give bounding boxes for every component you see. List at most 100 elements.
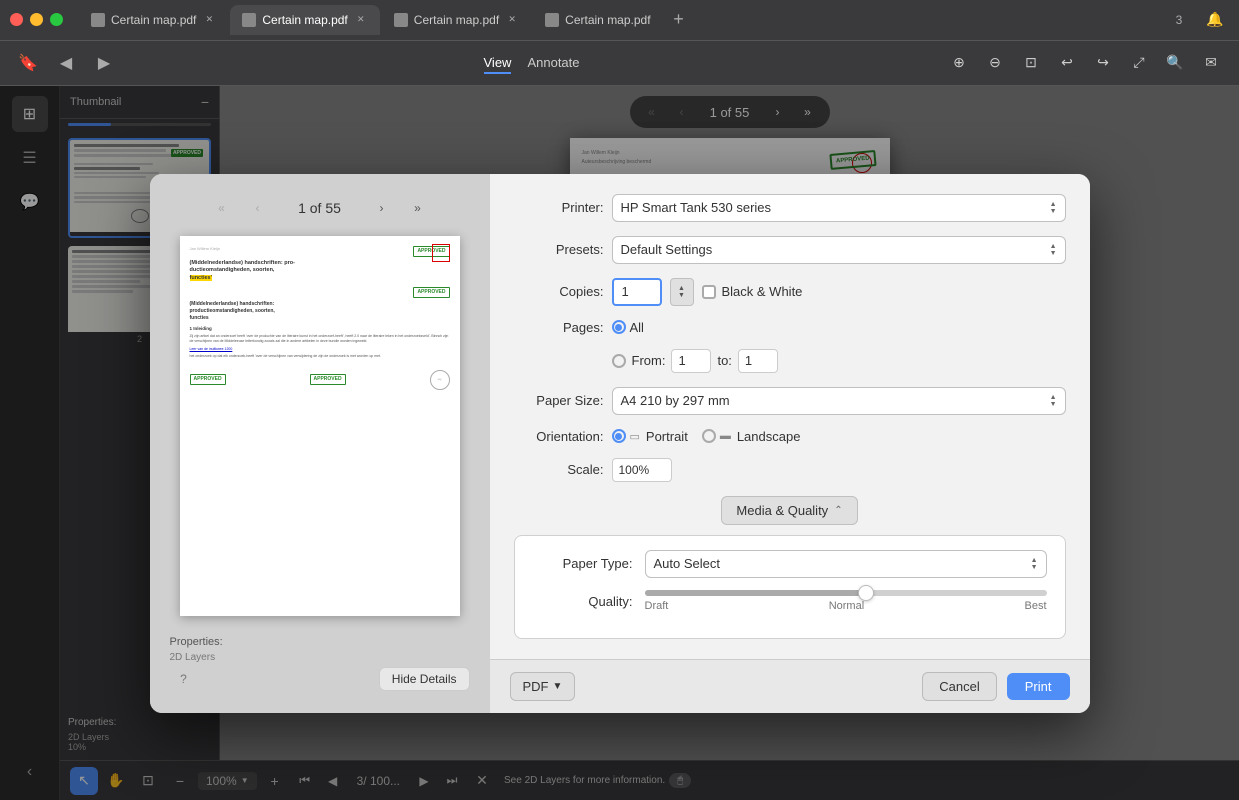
toolbar-center: View Annotate (128, 51, 935, 74)
hide-details-button[interactable]: Hide Details (379, 667, 470, 691)
paper-type-select[interactable]: Auto Select ▲ ▼ (645, 550, 1047, 578)
fullscreen-icon[interactable]: ⤢ (1125, 49, 1153, 77)
portrait-icon: ▭ (630, 430, 640, 443)
copies-row: Copies: ▲ ▼ Black & White (514, 278, 1066, 306)
media-quality-section: Paper Type: Auto Select ▲ ▼ Qua (514, 535, 1066, 639)
paper-size-value: A4 210 by 297 mm (621, 393, 730, 408)
tab-view[interactable]: View (484, 51, 512, 74)
bw-checkbox[interactable] (702, 285, 716, 299)
search-icon[interactable]: 🔍 (1161, 49, 1189, 77)
preview-next-btn[interactable]: › (368, 194, 396, 222)
toolbar-icons: ⊕ ⊖ ⊡ ↩ ↪ ⤢ 🔍 ✉ (945, 49, 1225, 77)
tab-annotate[interactable]: Annotate (527, 51, 579, 74)
zoom-out-icon[interactable]: ⊖ (981, 49, 1009, 77)
quality-slider[interactable] (645, 590, 1047, 596)
paper-size-label: Paper Size: (514, 393, 604, 408)
portrait-radio[interactable] (612, 429, 626, 443)
paper-size-select[interactable]: A4 210 by 297 mm ▲ ▼ (612, 387, 1066, 415)
preview-stamp-2: APPROVED (413, 287, 449, 298)
printer-value: HP Smart Tank 530 series (621, 200, 772, 215)
copies-input[interactable] (612, 278, 662, 306)
fit-page-icon[interactable]: ⊡ (1017, 49, 1045, 77)
portrait-option[interactable]: ▭ Portrait (612, 429, 688, 444)
close-window-btn[interactable] (10, 13, 23, 26)
pages-range-radio[interactable] (612, 354, 626, 368)
maximize-window-btn[interactable] (50, 13, 63, 26)
preview-prev-btn[interactable]: ‹ (244, 194, 272, 222)
preview-navigation: « ‹ 1 of 55 › » (208, 194, 432, 222)
preview-last-btn[interactable]: » (404, 194, 432, 222)
preview-stamp-3: APPROVED (190, 374, 226, 385)
presets-select[interactable]: Default Settings ▲ ▼ (612, 236, 1066, 264)
quality-row: Quality: Draft Normal Best (533, 590, 1047, 612)
print-button[interactable]: Print (1007, 673, 1070, 700)
tab-1[interactable]: Certain map.pdf ✕ (79, 5, 228, 35)
tab-close-2[interactable]: ✕ (354, 13, 368, 27)
dialog-settings-panel: Printer: HP Smart Tank 530 series ▲ ▼ (490, 174, 1090, 713)
paper-type-label: Paper Type: (533, 556, 633, 571)
print-dialog: « ‹ 1 of 55 › » Jan Willem Kleijn APPROV… (150, 174, 1090, 713)
scale-row: Scale: (514, 458, 1066, 482)
quality-normal-label: Normal (829, 600, 864, 612)
copies-stepper[interactable]: ▲ ▼ (670, 278, 694, 306)
preview-first-btn[interactable]: « (208, 194, 236, 222)
main-area: ⊞ ☰ 💬 ‹ Thumbnail − (0, 86, 1239, 800)
tab-4[interactable]: Certain map.pdf (533, 5, 662, 35)
pages-control: All (612, 320, 1066, 335)
preview-title: (Middelnederlandse) handschriften: pro- (190, 260, 450, 268)
tab-close-3[interactable]: ✕ (505, 13, 519, 27)
rotate-left-icon[interactable]: ↩ (1053, 49, 1081, 77)
forward-button[interactable]: ▶ (90, 49, 118, 77)
preview-signature: sig (430, 370, 450, 390)
pages-all-option[interactable]: All (612, 320, 644, 335)
media-quality-arrow: ⌃ (834, 505, 842, 516)
cancel-button[interactable]: Cancel (922, 672, 996, 701)
pages-all-radio[interactable] (612, 320, 626, 334)
pages-label: Pages: (514, 320, 604, 335)
pdf-button[interactable]: PDF ▼ (510, 672, 576, 701)
pages-range-row: From: to: (612, 349, 778, 373)
rotate-right-icon[interactable]: ↪ (1089, 49, 1117, 77)
paper-type-stepper[interactable]: ▲ ▼ (1031, 557, 1038, 571)
printer-stepper[interactable]: ▲ ▼ (1050, 201, 1057, 215)
mail-icon[interactable]: ✉ (1197, 49, 1225, 77)
minimize-window-btn[interactable] (30, 13, 43, 26)
pages-from-input[interactable] (671, 349, 711, 373)
scale-control (612, 458, 1066, 482)
copies-label: Copies: (514, 284, 604, 299)
preview-subtitle: ductieomstandigheden, soorten, (190, 267, 450, 275)
printer-select[interactable]: HP Smart Tank 530 series ▲ ▼ (612, 194, 1066, 222)
pages-to-label: to: (717, 353, 731, 368)
preview-page: Jan Willem Kleijn APPROVED (Middelnederl… (180, 236, 460, 616)
pages-to-input[interactable] (738, 349, 778, 373)
zoom-in-icon[interactable]: ⊕ (945, 49, 973, 77)
scale-label: Scale: (514, 462, 604, 477)
quality-label: Quality: (533, 590, 633, 609)
tab-close-1[interactable]: ✕ (202, 13, 216, 27)
media-quality-header: Media & Quality ⌃ (514, 496, 1066, 525)
scale-input[interactable] (612, 458, 672, 482)
tab-label-4: Certain map.pdf (565, 13, 650, 27)
bw-checkbox-item: Black & White (702, 284, 803, 299)
preview-page-counter: 1 of 55 (280, 200, 360, 216)
preview-subtitle2: functies' (190, 275, 450, 283)
pages-all-label: All (630, 320, 644, 335)
tab-label-1: Certain map.pdf (111, 13, 196, 27)
pages-from-label: From: (632, 353, 666, 368)
media-quality-button[interactable]: Media & Quality ⌃ (721, 496, 857, 525)
dialog-preview-panel: « ‹ 1 of 55 › » Jan Willem Kleijn APPROV… (150, 174, 490, 713)
paper-size-stepper[interactable]: ▲ ▼ (1050, 394, 1057, 408)
presets-stepper[interactable]: ▲ ▼ (1050, 243, 1057, 257)
landscape-radio[interactable] (702, 429, 716, 443)
notification-bell-icon[interactable]: 🔔 (1201, 6, 1229, 34)
quality-slider-thumb[interactable] (858, 585, 874, 601)
new-tab-button[interactable]: + (665, 6, 693, 34)
tab-3[interactable]: Certain map.pdf ✕ (382, 5, 531, 35)
preview-link: Leer van de inuitkwee 1200 (190, 347, 450, 352)
media-quality-label: Media & Quality (736, 503, 828, 518)
bookmark-icon[interactable]: 🔖 (14, 49, 42, 77)
landscape-option[interactable]: ▬ Landscape (702, 429, 801, 444)
tab-2[interactable]: Certain map.pdf ✕ (230, 5, 379, 35)
help-button[interactable]: ? (170, 665, 198, 693)
back-button[interactable]: ◀ (52, 49, 80, 77)
